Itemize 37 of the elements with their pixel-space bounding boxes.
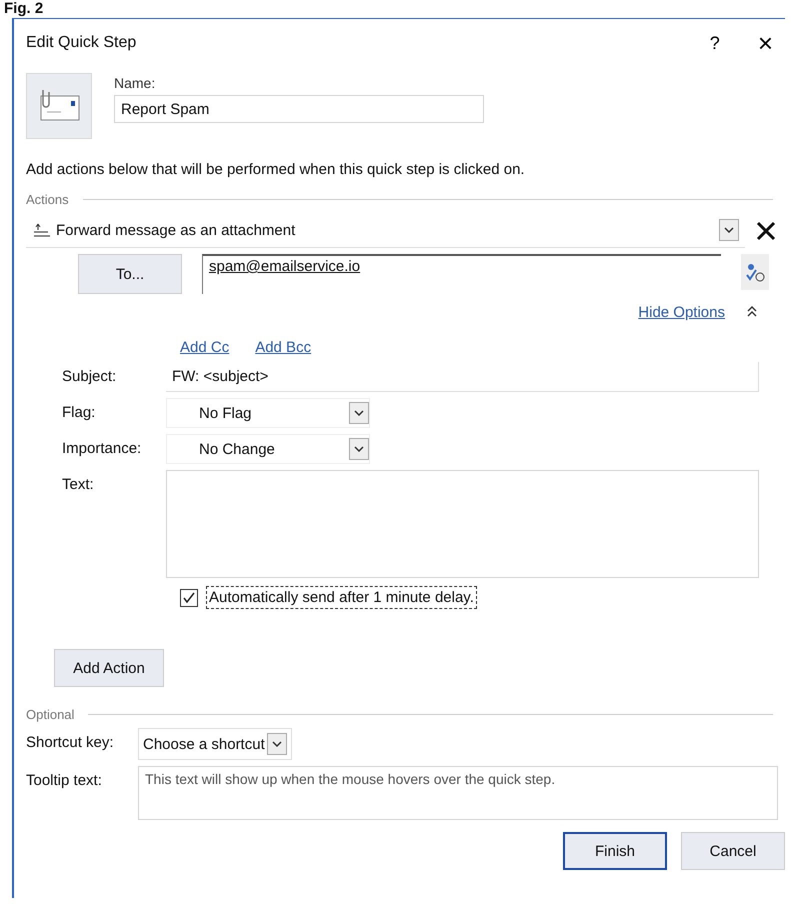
window-title: Edit Quick Step [26, 34, 136, 52]
field-label: Text: [61, 475, 95, 493]
recipient-field[interactable]: spam@emailservice.io [202, 254, 721, 294]
delete-action-icon[interactable] [755, 220, 777, 242]
action-dropdown[interactable]: Forward message as an attachment [26, 213, 745, 248]
help-button[interactable]: ? [706, 28, 724, 58]
dropdown-field[interactable]: No Change [166, 434, 370, 464]
group-label: Optional [26, 707, 74, 722]
group-label: Actions [26, 192, 69, 207]
field-label: Importance: [61, 439, 142, 457]
close-button[interactable]: × [754, 28, 777, 58]
instructions-text: Add actions below that will be performed when this quick step is clicked on. [26, 161, 526, 178]
dialog-button[interactable]: Finish [563, 832, 667, 870]
tooltip-label: Tooltip text: [26, 771, 103, 789]
shortcut-dropdown[interactable]: Choose a shortcut [138, 728, 292, 760]
name-label: Name: [114, 75, 156, 91]
dropdown-field[interactable]: No Flag [166, 398, 370, 428]
figure-label: Fig. 2 [3, 0, 44, 17]
dialog-button[interactable]: Cancel [681, 832, 785, 870]
checkbox[interactable] [180, 588, 198, 606]
add-action-button[interactable]: Add Action [54, 649, 164, 687]
shortcut-label: Shortcut key: [26, 733, 115, 751]
tooltip-field[interactable]: This text will show up when the mouse hovers over the quick step. [138, 766, 778, 820]
envelope-icon[interactable] [26, 73, 92, 139]
name-field[interactable]: Report Spam [114, 95, 484, 123]
field-label: Subject: [61, 367, 118, 385]
field-label: Flag: [61, 403, 96, 421]
subject-field[interactable]: FW: <subject> [166, 362, 759, 392]
auto-send-label[interactable]: Automatically send after 1 minute delay. [206, 586, 477, 609]
add-bcc-link[interactable]: Add Bcc [255, 339, 312, 356]
hide-options-link[interactable]: Hide Options [638, 304, 725, 321]
chevron-down-icon [349, 438, 369, 460]
chevron-down-icon [719, 219, 739, 241]
chevron-down-icon [349, 402, 369, 424]
chevron-down-icon [266, 733, 287, 755]
to-button[interactable]: To... [78, 254, 182, 294]
add-cc-link[interactable]: Add Cc [180, 339, 230, 356]
